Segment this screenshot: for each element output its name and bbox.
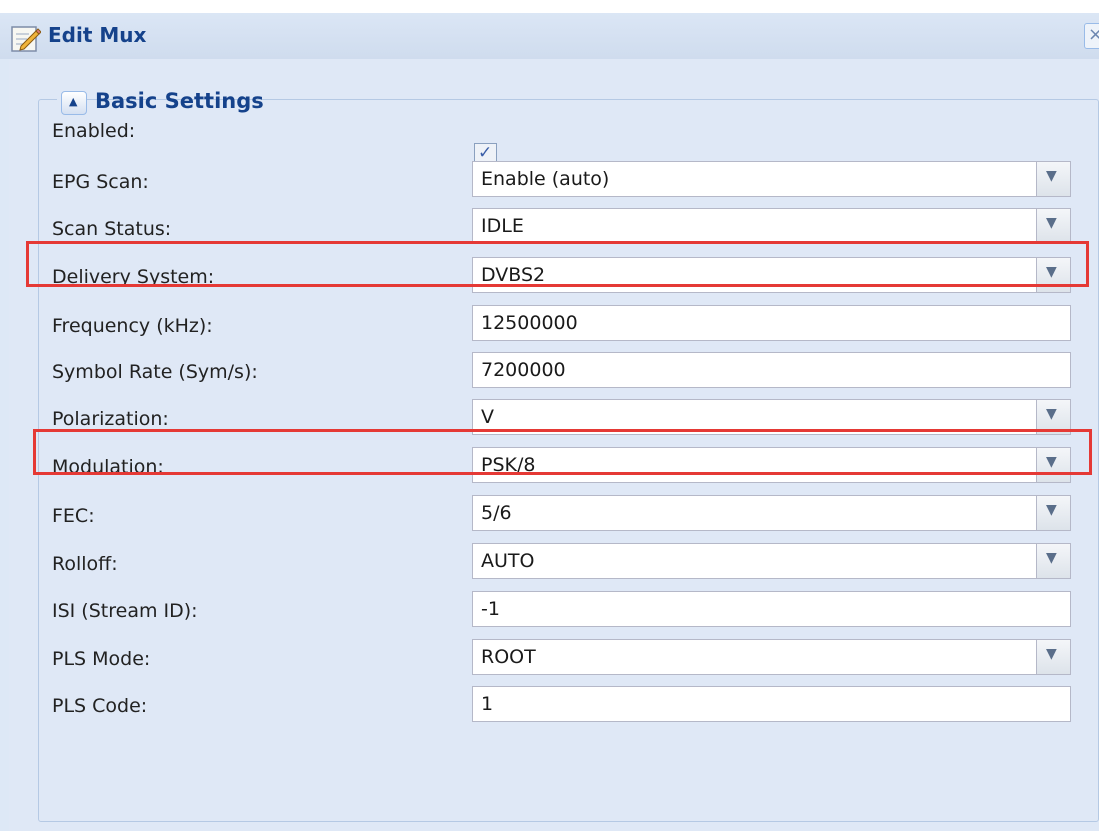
epg-scan-dropdown-button[interactable]: ▼ <box>1036 162 1070 196</box>
chevron-down-icon: ▼ <box>1046 168 1057 184</box>
scan-status-label: Scan Status: <box>52 218 172 240</box>
fieldset-title: Basic Settings <box>95 89 264 113</box>
close-button[interactable]: × <box>1084 23 1099 49</box>
collapse-button[interactable]: ▲ <box>61 91 87 115</box>
pls-mode-value: ROOT <box>481 646 536 668</box>
pls-mode-dropdown-button[interactable]: ▼ <box>1036 640 1070 674</box>
frequency-input[interactable]: 12500000 <box>472 305 1071 341</box>
isi-value: -1 <box>481 598 500 620</box>
pls-mode-select[interactable]: ROOT ▼ <box>472 639 1071 675</box>
modulation-highlight <box>33 429 1092 475</box>
fec-label: FEC: <box>52 505 95 527</box>
scan-status-value: IDLE <box>481 215 524 237</box>
epg-scan-select[interactable]: Enable (auto) ▼ <box>472 161 1071 197</box>
checkmark-icon: ✓ <box>478 143 493 163</box>
basic-settings-legend: ▲ Basic Settings <box>57 88 264 120</box>
scan-status-select[interactable]: IDLE ▼ <box>472 208 1071 244</box>
pls-code-input[interactable]: 1 <box>472 686 1071 722</box>
polarization-value: V <box>481 406 494 428</box>
fec-select[interactable]: 5/6 ▼ <box>472 495 1071 531</box>
close-icon: × <box>1088 24 1099 45</box>
chevron-down-icon: ▼ <box>1046 550 1057 566</box>
symbol-rate-value: 7200000 <box>481 359 566 381</box>
fec-value: 5/6 <box>481 502 512 524</box>
delivery-system-highlight <box>26 241 1089 287</box>
enabled-label: Enabled: <box>52 120 136 142</box>
isi-label: ISI (Stream ID): <box>52 600 198 622</box>
epg-scan-label: EPG Scan: <box>52 171 149 193</box>
chevron-up-icon: ▲ <box>69 95 78 108</box>
frequency-value: 12500000 <box>481 312 578 334</box>
symbol-rate-input[interactable]: 7200000 <box>472 352 1071 388</box>
pls-code-label: PLS Code: <box>52 695 148 717</box>
window-titlebar[interactable]: Edit Mux × <box>0 13 1099 59</box>
edit-pencil-icon <box>11 26 41 52</box>
chevron-down-icon: ▼ <box>1046 215 1057 231</box>
rolloff-select[interactable]: AUTO ▼ <box>472 543 1071 579</box>
rolloff-value: AUTO <box>481 550 535 572</box>
pls-mode-label: PLS Mode: <box>52 648 151 670</box>
polarization-label: Polarization: <box>52 408 169 430</box>
isi-input[interactable]: -1 <box>472 591 1071 627</box>
symbol-rate-label: Symbol Rate (Sym/s): <box>52 361 258 383</box>
chevron-down-icon: ▼ <box>1046 406 1057 422</box>
fec-dropdown-button[interactable]: ▼ <box>1036 496 1070 530</box>
epg-scan-value: Enable (auto) <box>481 168 610 190</box>
rolloff-label: Rolloff: <box>52 553 118 575</box>
window-title: Edit Mux <box>48 23 147 47</box>
frequency-label: Frequency (kHz): <box>52 315 213 337</box>
scan-status-dropdown-button[interactable]: ▼ <box>1036 209 1070 243</box>
rolloff-dropdown-button[interactable]: ▼ <box>1036 544 1070 578</box>
pls-code-value: 1 <box>481 693 494 715</box>
chevron-down-icon: ▼ <box>1046 502 1057 518</box>
top-strip <box>0 0 1099 13</box>
chevron-down-icon: ▼ <box>1046 646 1057 662</box>
